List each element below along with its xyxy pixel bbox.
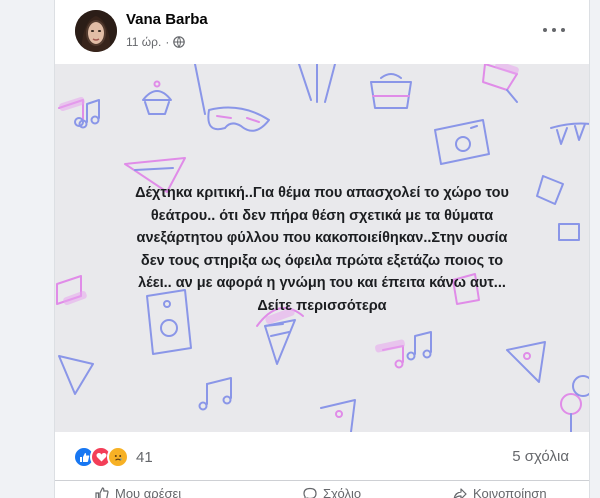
more-options-icon[interactable] (543, 22, 565, 38)
post-card: Vana Barba 11 ώρ. · Δέχτηκα κριτική..Για… (54, 0, 590, 498)
share-button[interactable]: Κοινοποίηση (453, 486, 547, 498)
post-footer: 41 5 σχόλια (55, 432, 589, 481)
reactions-summary[interactable]: 41 (73, 446, 153, 468)
post-text-line: δεν τους στηριξα ως όφειλα πρώτα εξετάζω… (140, 252, 504, 269)
globe-icon (173, 36, 186, 48)
thumbs-up-icon (95, 486, 109, 498)
share-icon (453, 487, 467, 498)
see-more-link[interactable]: Δείτε περισσότερα (55, 295, 589, 318)
author-name[interactable]: Vana Barba (126, 11, 208, 28)
post-text-line: Δέχτηκα κριτική..Για θέμα που απασχολεί … (135, 185, 509, 201)
share-button-label: Κοινοποίηση (473, 486, 547, 498)
reaction-count: 41 (136, 448, 153, 466)
post-background: Δέχτηκα κριτική..Για θέμα που απασχολεί … (55, 64, 589, 432)
comments-count-link[interactable]: 5 σχόλια (512, 448, 569, 465)
comment-button-label: Σχόλιο (323, 486, 362, 498)
post-meta: 11 ώρ. · (126, 35, 186, 49)
post-actions: Μου αρέσει Σχόλιο Κοινοποίηση (55, 482, 589, 498)
like-button[interactable]: Μου αρέσει (95, 486, 181, 498)
post-text-line: λέει.. αν με αφορά η γνώμη του και έπειτ… (138, 275, 506, 291)
like-button-label: Μου αρέσει (115, 486, 182, 498)
post-text-line: θεάτρου.. ότι δεν πήρα θέση σχετικά με τ… (150, 207, 494, 224)
sad-icon (107, 446, 129, 468)
post-time[interactable]: 11 ώρ. (126, 35, 161, 49)
author-avatar[interactable] (75, 10, 117, 52)
post-header: Vana Barba 11 ώρ. · (55, 0, 589, 64)
comment-button[interactable]: Σχόλιο (303, 486, 361, 498)
post-text: Δέχτηκα κριτική..Για θέμα που απασχολεί … (55, 182, 589, 317)
comment-icon (303, 487, 317, 498)
post-text-line: ανεξάρτητου φύλλου που κακοποιείθηκαν..Σ… (136, 230, 508, 246)
separator-dot: · (165, 35, 170, 49)
